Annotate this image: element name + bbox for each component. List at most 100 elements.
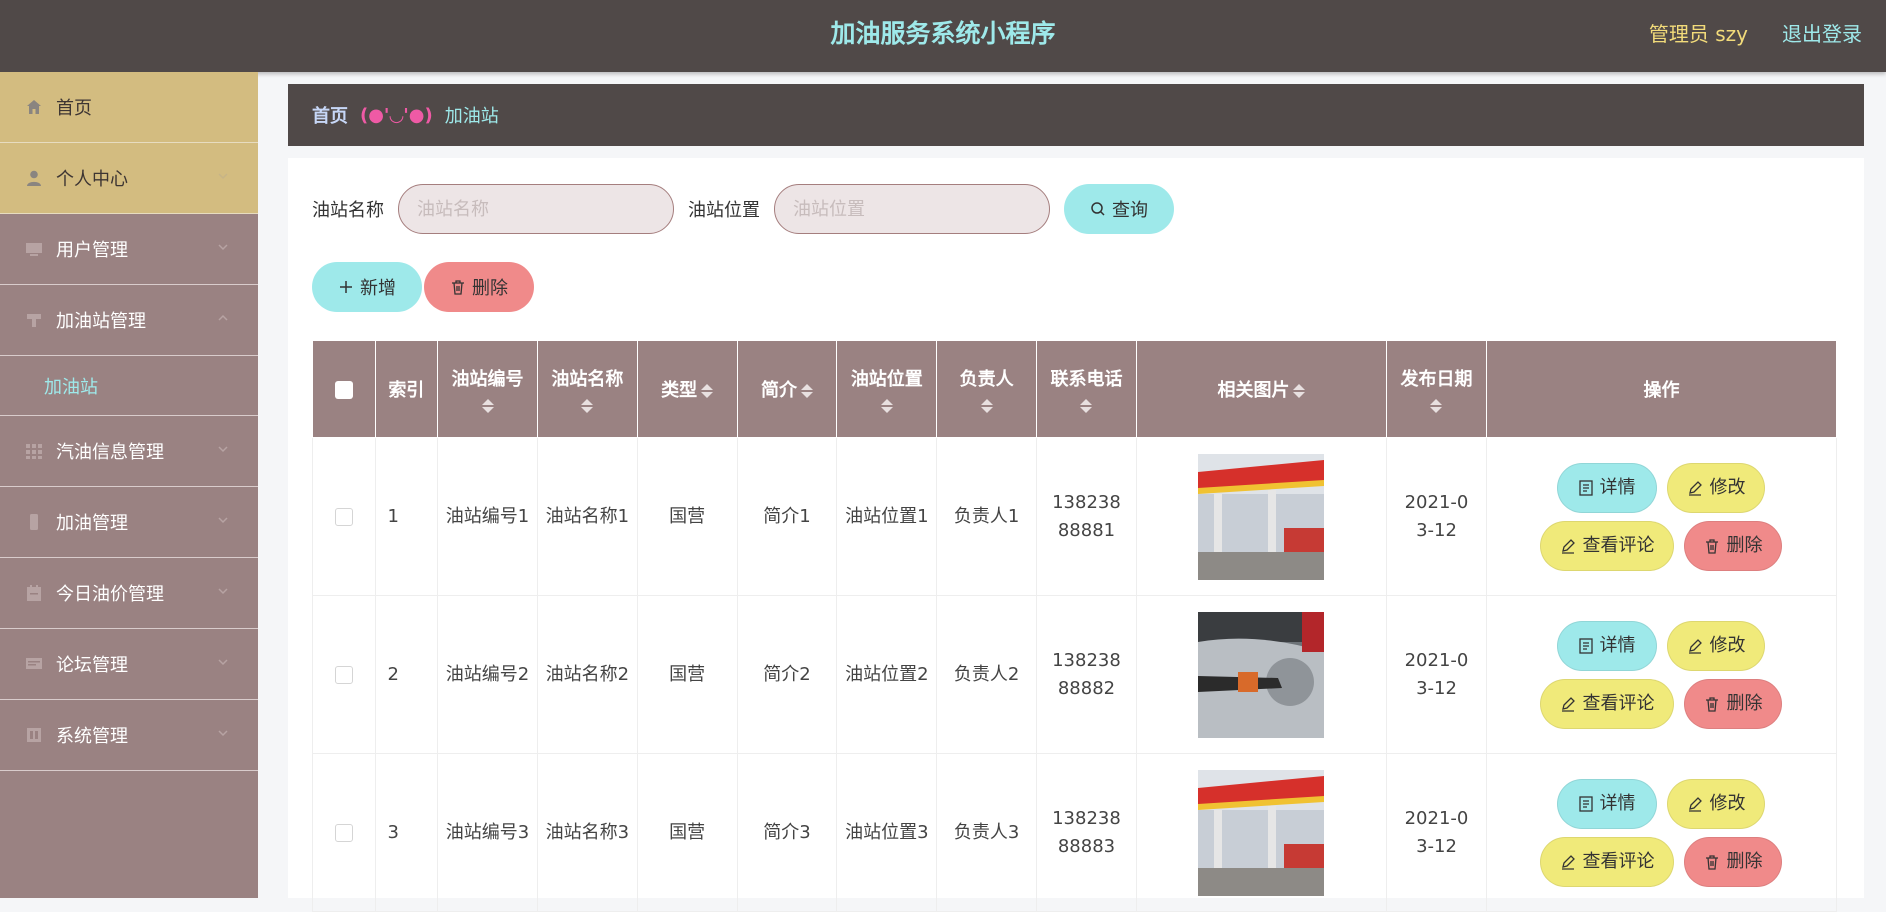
home-icon (24, 97, 44, 117)
sidebar-subitem-station[interactable]: 加油站 (0, 356, 258, 416)
batch-delete-button[interactable]: 删除 (424, 262, 534, 312)
sidebar-item-profile[interactable]: 个人中心 (0, 143, 258, 214)
plus-icon (338, 279, 354, 295)
document-icon (1579, 795, 1594, 812)
sort-icon[interactable] (701, 384, 714, 398)
station-name-input[interactable] (398, 184, 674, 234)
sidebar-item-system[interactable]: 系统管理 (0, 700, 258, 771)
pencil-icon (1560, 854, 1576, 870)
cell-date: 2021-03-12 (1386, 753, 1487, 912)
chevron-down-icon (218, 517, 228, 524)
sidebar-item-forum[interactable]: 论坛管理 (0, 629, 258, 700)
cell-station-name: 油站名称3 (536, 753, 638, 912)
header-type-label: 类型 (661, 380, 698, 401)
delete-button[interactable]: 删除 (1684, 678, 1783, 729)
sidebar: 首页 个人中心 用户管理 加油站管理 加油站 汽油信息管理 加油管理 今日油价管… (0, 72, 258, 898)
view-comments-button[interactable]: 查看评论 (1540, 520, 1675, 571)
cell-manager: 负责人1 (936, 437, 1038, 596)
edit-button[interactable]: 修改 (1667, 620, 1766, 671)
edit-button[interactable]: 修改 (1667, 462, 1766, 513)
header-station-no-label: 油站编号 (451, 369, 524, 390)
header-date[interactable]: 发布日期 (1386, 340, 1487, 438)
breadcrumb-separator: (●'◡'●) (360, 104, 433, 126)
sort-icon[interactable] (837, 399, 936, 413)
row-select-cell[interactable] (312, 437, 376, 596)
sidebar-item-label: 首页 (56, 98, 92, 119)
detail-button[interactable]: 详情 (1557, 620, 1658, 671)
add-button[interactable]: 新增 (312, 262, 422, 312)
sort-icon[interactable] (1293, 384, 1306, 398)
sidebar-item-refuel[interactable]: 加油管理 (0, 487, 258, 558)
delete-button[interactable]: 删除 (1684, 520, 1783, 571)
detail-button[interactable]: 详情 (1557, 462, 1658, 513)
cell-date: 2021-03-12 (1386, 437, 1487, 596)
header-image[interactable]: 相关图片 (1135, 340, 1388, 438)
sidebar-item-station-mgmt[interactable]: 加油站管理 (0, 285, 258, 356)
action-bar: 新增 删除 (312, 262, 534, 312)
row-select-cell[interactable] (312, 595, 376, 754)
row-checkbox[interactable] (334, 823, 353, 842)
header-select-all[interactable] (312, 340, 376, 438)
header-station-no[interactable]: 油站编号 (437, 340, 538, 438)
cell-station-no: 油站编号1 (437, 437, 538, 596)
sidebar-item-users[interactable]: 用户管理 (0, 214, 258, 285)
select-all-checkbox[interactable] (334, 380, 353, 399)
fuel-nozzle-photo[interactable] (1198, 611, 1325, 738)
query-button[interactable]: 查询 (1064, 184, 1174, 234)
sort-icon[interactable] (800, 384, 813, 398)
header-index-label: 索引 (388, 380, 425, 401)
row-checkbox[interactable] (334, 665, 353, 684)
header-date-label: 发布日期 (1400, 369, 1473, 390)
header-type[interactable]: 类型 (636, 340, 738, 438)
trash-icon (1704, 696, 1720, 712)
station-location-input[interactable] (774, 184, 1050, 234)
sidebar-item-label: 个人中心 (56, 169, 128, 190)
cell-intro: 简介1 (736, 437, 838, 596)
cell-location: 油站位置3 (836, 753, 938, 912)
sidebar-item-oil-price[interactable]: 今日油价管理 (0, 558, 258, 629)
cell-phone: 13823888883 (1036, 753, 1137, 912)
header-phone[interactable]: 联系电话 (1036, 340, 1137, 438)
view-comments-button-label: 查看评论 (1582, 692, 1655, 714)
detail-button-label: 详情 (1599, 476, 1636, 498)
breadcrumb-home[interactable]: 首页 (312, 102, 348, 128)
row-select-cell[interactable] (312, 753, 376, 912)
row-checkbox[interactable] (334, 507, 353, 526)
header-station-name[interactable]: 油站名称 (536, 340, 638, 438)
sort-icon[interactable] (438, 399, 537, 413)
station-location-label: 油站位置 (688, 200, 760, 221)
logout-link[interactable]: 退出登录 (1782, 0, 1862, 68)
delete-button-label: 删除 (1726, 850, 1763, 872)
trash-icon (1704, 854, 1720, 870)
view-comments-button[interactable]: 查看评论 (1540, 678, 1675, 729)
sort-icon[interactable] (1037, 399, 1136, 413)
gas-station-photo[interactable] (1198, 453, 1325, 580)
edit-button[interactable]: 修改 (1667, 778, 1766, 829)
sort-icon[interactable] (937, 399, 1036, 413)
header-location[interactable]: 油站位置 (836, 340, 938, 438)
view-comments-button[interactable]: 查看评论 (1540, 836, 1675, 887)
sidebar-item-label: 系统管理 (56, 726, 128, 747)
sidebar-item-gasoline[interactable]: 汽油信息管理 (0, 416, 258, 487)
header-intro-label: 简介 (760, 380, 797, 401)
header-intro[interactable]: 简介 (736, 340, 838, 438)
main-content: 首页 (●'◡'●) 加油站 油站名称 油站位置 查询 新增 (288, 84, 1864, 912)
top-bar: 加油服务系统小程序 管理员 szy 退出登录 (0, 0, 1886, 72)
sidebar-item-home[interactable]: 首页 (0, 72, 258, 143)
chevron-down-icon (218, 659, 228, 666)
cell-type: 国营 (636, 437, 738, 596)
edit-button-label: 修改 (1709, 634, 1746, 656)
sidebar-item-label: 汽油信息管理 (56, 442, 164, 463)
gas-station-photo[interactable] (1198, 769, 1325, 896)
sort-icon[interactable] (538, 399, 637, 413)
cell-station-no: 油站编号3 (437, 753, 538, 912)
header-ops: 操作 (1485, 340, 1838, 438)
delete-button[interactable]: 删除 (1684, 836, 1783, 887)
detail-button-label: 详情 (1599, 792, 1636, 814)
cell-station-name: 油站名称2 (536, 595, 638, 754)
detail-button[interactable]: 详情 (1557, 778, 1658, 829)
batch-delete-button-label: 删除 (472, 278, 508, 299)
sort-icon[interactable] (1387, 399, 1486, 413)
header-manager[interactable]: 负责人 (936, 340, 1038, 438)
edit-button-label: 修改 (1709, 792, 1746, 814)
